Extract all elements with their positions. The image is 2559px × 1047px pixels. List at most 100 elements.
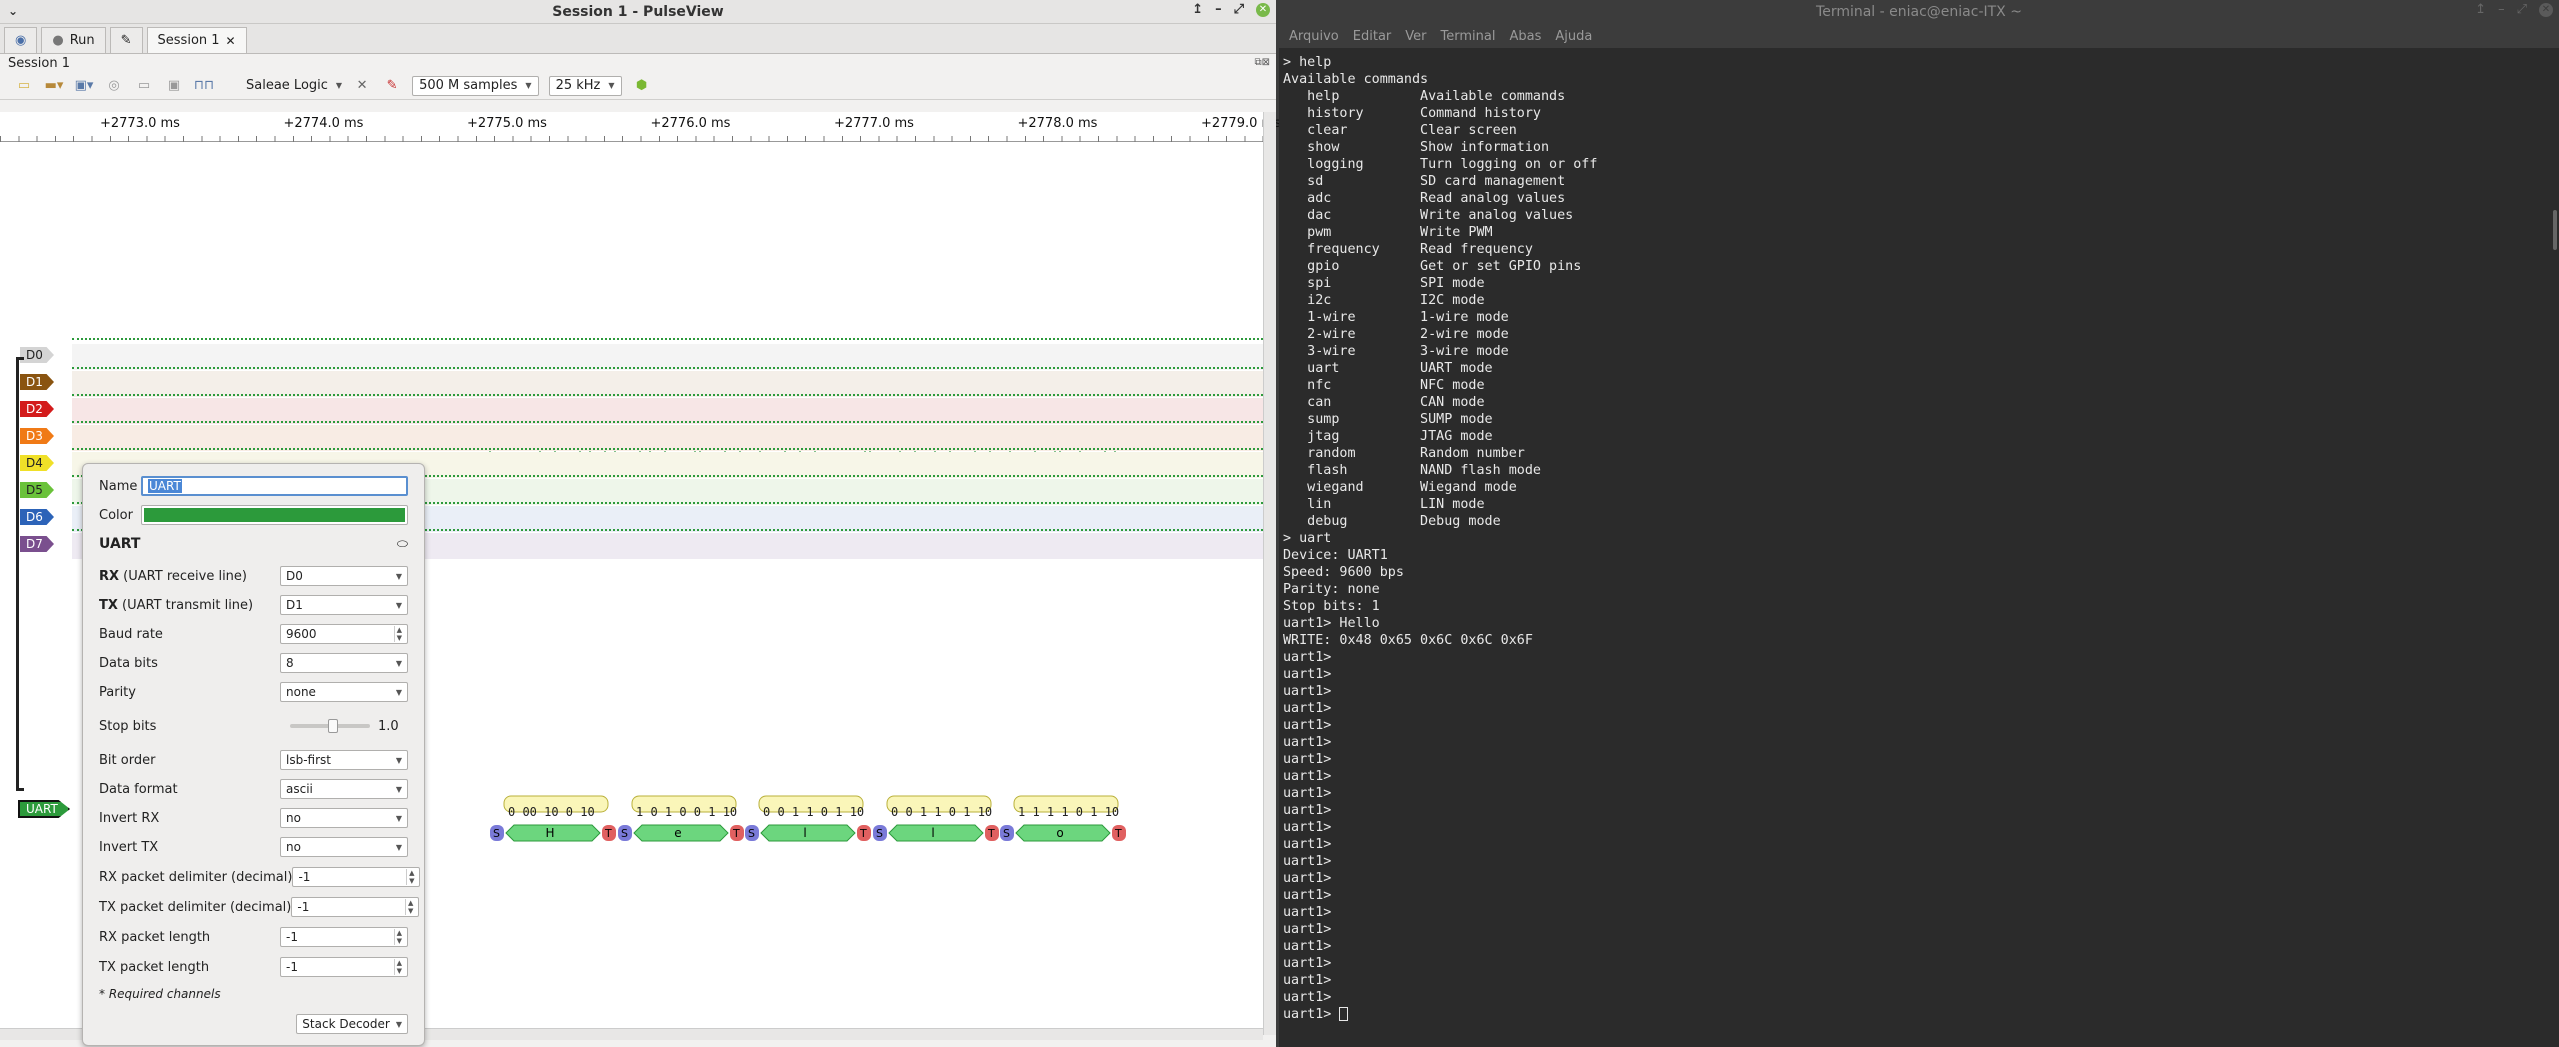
terminal-line: nfc NFC mode xyxy=(1283,378,1485,393)
rxdelim-value: -1 xyxy=(298,870,311,884)
dropdown-caret-icon[interactable]: ▼ xyxy=(396,688,402,697)
bitorder-select[interactable]: lsb-first ▼ xyxy=(280,750,408,770)
decoder-name-input[interactable]: UART xyxy=(141,476,408,496)
minimize-icon[interactable]: – xyxy=(2498,2,2505,17)
option-row-baud: Baud rate 9600 ▲ ▼ xyxy=(99,624,408,644)
txlen-spinbox[interactable]: -1 ▲ ▼ xyxy=(280,957,408,977)
trace-dots xyxy=(72,367,1263,369)
save-icon[interactable]: ▣▾ xyxy=(74,77,94,95)
open-file-icon[interactable]: ▬▾ xyxy=(44,77,64,95)
menu-item-editar[interactable]: Editar xyxy=(1353,29,1392,44)
stack-decoder-button[interactable]: Stack Decoder ▼ xyxy=(296,1014,408,1034)
spin-arrows-icon[interactable]: ▲ ▼ xyxy=(393,626,402,642)
maximize-icon[interactable]: ⤢ xyxy=(1234,2,1244,17)
terminal-scrollbar[interactable] xyxy=(2545,50,2559,1047)
txdelim-value: -1 xyxy=(297,900,310,914)
terminal-line: flash NAND flash mode xyxy=(1283,463,1541,478)
dropdown-caret-icon[interactable]: ▼ xyxy=(396,756,402,765)
color-picker[interactable] xyxy=(141,505,408,525)
decoder-info-icon[interactable]: ⬭ xyxy=(397,537,408,552)
spin-arrows-icon[interactable]: ▲ ▼ xyxy=(393,959,402,975)
terminal-window: Terminal - eniac@eniac-ITX ~ ↥ – ⤢ ✕ Arq… xyxy=(1279,0,2559,1047)
add-decoder-icon[interactable]: ⬢ xyxy=(632,77,652,95)
close-icon[interactable]: ✕ xyxy=(1256,2,1270,17)
format-select[interactable]: ascii ▼ xyxy=(280,779,408,799)
rxlen-spinbox[interactable]: -1 ▲ ▼ xyxy=(280,927,408,947)
terminal-menubar: Arquivo Editar Ver Terminal Abas Ajuda xyxy=(1279,24,2559,48)
trace-dots xyxy=(72,338,1263,340)
spin-arrows-icon[interactable]: ▲ ▼ xyxy=(393,929,402,945)
terminal-prompt: uart1> xyxy=(1283,1007,1340,1022)
tab-session-1[interactable]: Session 1 ✕ xyxy=(146,27,247,53)
menu-icon: ◉ xyxy=(15,33,27,48)
samplerate-select[interactable]: 25 kHz ▼ xyxy=(548,75,622,96)
cursor-icon[interactable]: ⊓⊓ xyxy=(194,77,214,95)
terminal-prompt-line[interactable]: uart1> xyxy=(1283,1006,2555,1023)
app-menu-button[interactable]: ◉ xyxy=(4,27,38,53)
zoom-one-icon[interactable]: ▭ xyxy=(134,77,154,95)
dropdown-caret-icon[interactable]: ▼ xyxy=(396,572,402,581)
zoom-in-icon[interactable]: ▣ xyxy=(164,77,184,95)
spin-arrows-icon[interactable]: ▲ ▼ xyxy=(404,899,413,915)
txlen-value: -1 xyxy=(286,960,298,974)
option-row-databits: Data bits 8 ▼ xyxy=(99,653,408,673)
menu-item-terminal[interactable]: Terminal xyxy=(1441,29,1496,44)
rxdelim-label: RX packet delimiter (decimal) xyxy=(99,869,293,885)
terminal-line: > help xyxy=(1283,55,1332,70)
rx-select[interactable]: D0 ▼ xyxy=(280,566,408,586)
dropdown-caret-icon[interactable]: ▼ xyxy=(396,843,402,852)
tx-select[interactable]: D1 ▼ xyxy=(280,595,408,615)
terminal-line: 1-wire 1-wire mode xyxy=(1283,310,1509,325)
close-icon[interactable]: ✕ xyxy=(2539,2,2553,17)
device-selector[interactable]: Saleae Logic ▼ xyxy=(246,78,342,93)
pin-icon[interactable]: ↥ xyxy=(2475,2,2486,17)
parity-label: Parity xyxy=(99,684,136,700)
minimize-icon[interactable]: – xyxy=(1215,2,1222,17)
baud-spinbox[interactable]: 9600 ▲ ▼ xyxy=(280,624,408,644)
parity-value: none xyxy=(286,685,316,699)
probe-icon[interactable]: ✎ xyxy=(382,77,402,95)
terminal-line: uart1> xyxy=(1283,922,1332,937)
dropdown-caret-icon[interactable]: ▼ xyxy=(396,659,402,668)
terminal-line: 2-wire 2-wire mode xyxy=(1283,327,1509,342)
invtx-value: no xyxy=(286,840,301,854)
main-toolbar-tabs: ◉ ● Run ✎ Session 1 ✕ xyxy=(0,24,1276,54)
zoom-fit-icon[interactable]: ◎ xyxy=(104,77,124,95)
device-config-icon[interactable]: ✕ xyxy=(352,77,372,95)
menu-item-arquivo[interactable]: Arquivo xyxy=(1289,29,1339,44)
new-session-icon[interactable]: ▭ xyxy=(14,77,34,95)
dock-controls-icon[interactable]: ⧉⊠ xyxy=(1254,57,1270,68)
vertical-scrollbar[interactable] xyxy=(1263,112,1276,1035)
invtx-select[interactable]: no ▼ xyxy=(280,837,408,857)
terminal-output[interactable]: > help Available commands help Available … xyxy=(1279,50,2559,1047)
menu-item-ver[interactable]: Ver xyxy=(1405,29,1426,44)
menu-item-abas[interactable]: Abas xyxy=(1509,29,1541,44)
databits-select[interactable]: 8 ▼ xyxy=(280,653,408,673)
rxdelim-spinbox[interactable]: -1 ▲ ▼ xyxy=(292,867,421,887)
terminal-line: uart1> xyxy=(1283,854,1332,869)
terminal-line: uart1> xyxy=(1283,820,1332,835)
option-row-rx: RX (UART receive line) D0 ▼ xyxy=(99,566,408,586)
pin-icon[interactable]: ↥ xyxy=(1192,2,1203,17)
tab-close-icon[interactable]: ✕ xyxy=(226,34,236,48)
option-row-stopbits: Stop bits 1.0 xyxy=(99,716,408,736)
stopbits-slider[interactable] xyxy=(290,719,370,733)
run-button[interactable]: ● Run xyxy=(41,27,106,53)
spin-arrows-icon[interactable]: ▲ ▼ xyxy=(406,869,414,885)
parity-select[interactable]: none ▼ xyxy=(280,682,408,702)
settings-button[interactable]: ✎ xyxy=(109,27,143,53)
terminal-line: uart1> xyxy=(1283,871,1332,886)
slider-handle[interactable] xyxy=(328,719,338,733)
terminal-line: sump SUMP mode xyxy=(1283,412,1493,427)
txdelim-spinbox[interactable]: -1 ▲ ▼ xyxy=(291,897,420,917)
maximize-icon[interactable]: ⤢ xyxy=(2517,2,2527,17)
decoded-char: H xyxy=(545,826,554,840)
window-menu-icon[interactable]: ⌄ xyxy=(8,4,18,18)
dropdown-caret-icon[interactable]: ▼ xyxy=(396,601,402,610)
window-title: Session 1 - PulseView xyxy=(552,3,724,20)
menu-item-ajuda[interactable]: Ajuda xyxy=(1555,29,1592,44)
samples-select[interactable]: 500 M samples ▼ xyxy=(412,75,539,96)
dropdown-caret-icon[interactable]: ▼ xyxy=(396,785,402,794)
invrx-select[interactable]: no ▼ xyxy=(280,808,408,828)
dropdown-caret-icon[interactable]: ▼ xyxy=(396,814,402,823)
